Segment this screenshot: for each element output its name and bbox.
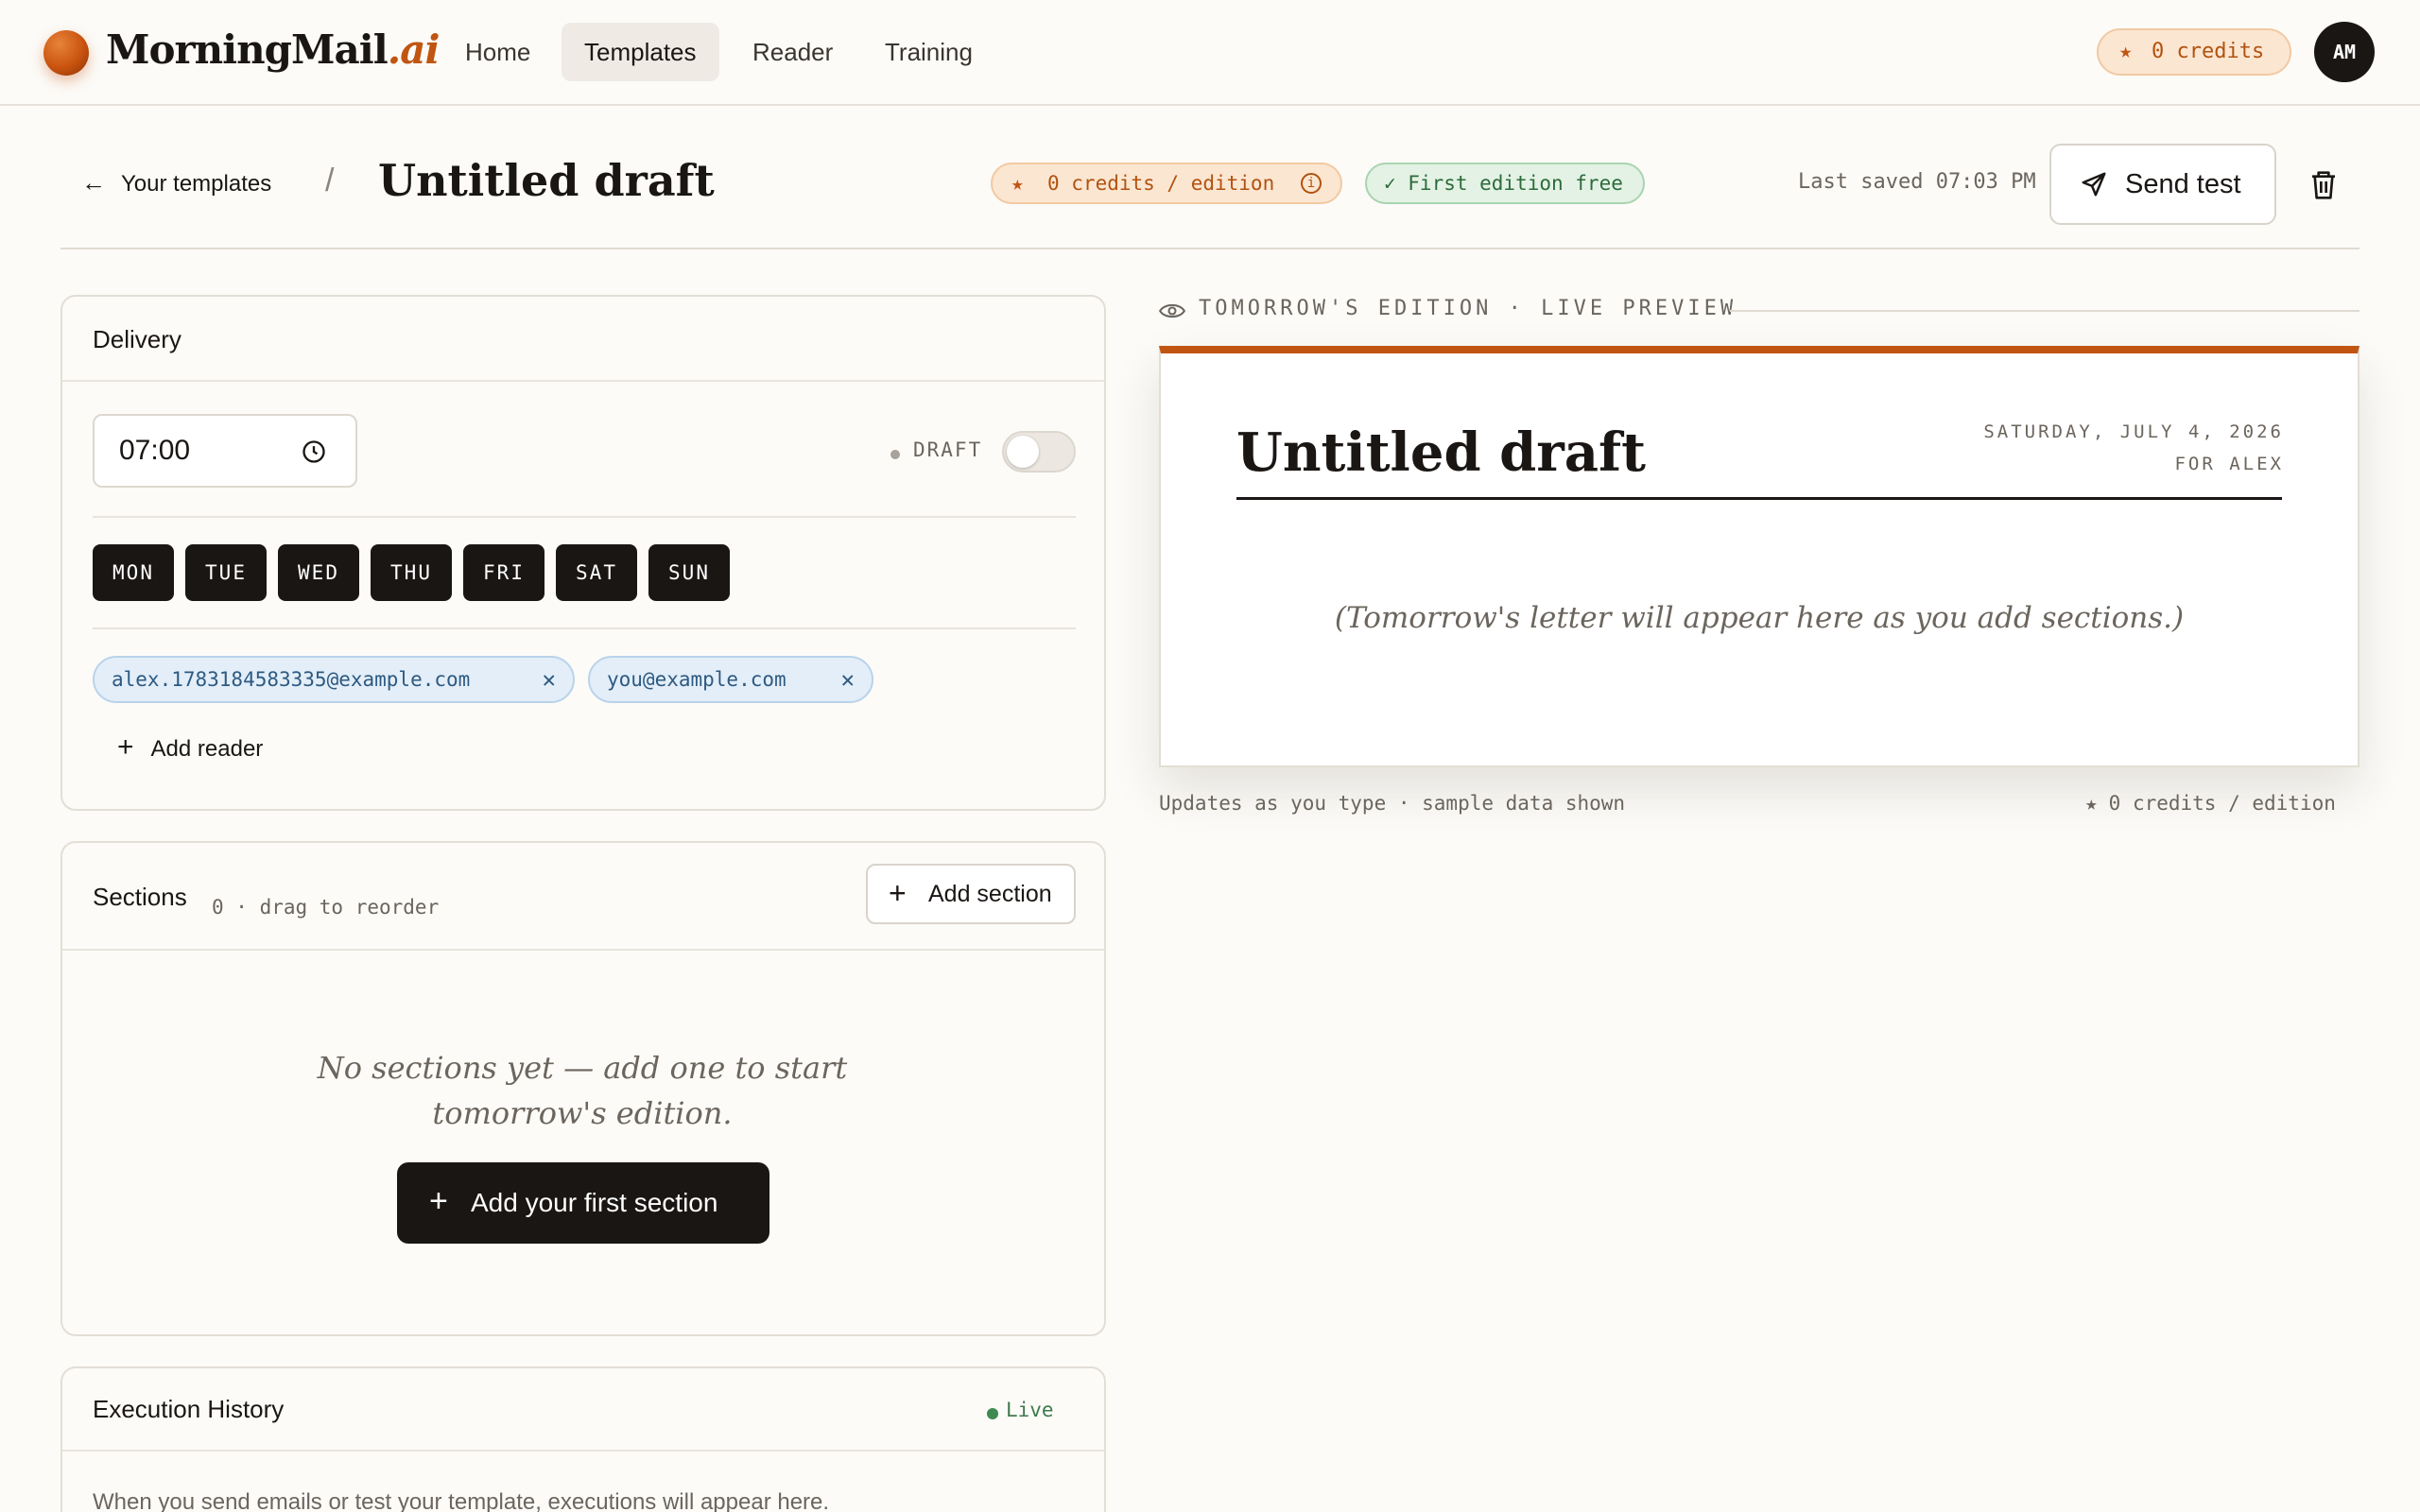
execution-history-header: Execution History Live bbox=[62, 1368, 1104, 1452]
delivery-title: Delivery bbox=[93, 325, 182, 353]
preview-placeholder: (Tomorrow's letter will appear here as y… bbox=[1334, 601, 2185, 635]
page-title[interactable]: Untitled draft bbox=[378, 155, 715, 206]
day-fri[interactable]: FRI bbox=[463, 544, 544, 601]
draft-status-dot bbox=[890, 450, 900, 459]
delivery-card: Delivery 07:00 DRAFT MON TUE WED THU FRI… bbox=[60, 295, 1106, 811]
divider bbox=[93, 516, 1076, 518]
preview-footer-note: Updates as you type · sample data shown bbox=[1159, 792, 1626, 815]
newsletter-preview: Untitled draft SATURDAY, JULY 4, 2026 FO… bbox=[1159, 346, 2360, 767]
add-reader-button[interactable]: + Add reader bbox=[117, 731, 263, 764]
sections-empty-message: No sections yet — add one to start tomor… bbox=[317, 1050, 848, 1131]
sections-card-header: Sections 0 · drag to reorder + Add secti… bbox=[62, 843, 1104, 951]
logo-icon bbox=[43, 30, 89, 76]
preview-label: TOMORROW'S EDITION · LIVE PREVIEW bbox=[1199, 297, 1737, 320]
add-first-section-button[interactable]: + Add your first section bbox=[397, 1162, 769, 1244]
day-wed[interactable]: WED bbox=[278, 544, 359, 601]
preview-date: SATURDAY, JULY 4, 2026 bbox=[1983, 421, 2284, 442]
top-nav: MorningMail.ai Home Templates Reader Tra… bbox=[0, 0, 2420, 106]
credits-per-edition-badge: ★ 0 credits / edition i bbox=[991, 163, 1342, 204]
execution-history-card: Execution History Live When you send ema… bbox=[60, 1366, 1106, 1512]
arrow-left-icon: ← bbox=[81, 168, 106, 197]
delivery-card-header: Delivery bbox=[62, 297, 1104, 382]
nav-templates[interactable]: Templates bbox=[562, 23, 719, 81]
sections-title: Sections bbox=[93, 883, 187, 911]
day-sat[interactable]: SAT bbox=[556, 544, 637, 601]
day-mon[interactable]: MON bbox=[93, 544, 174, 601]
send-test-button[interactable]: Send test bbox=[2049, 144, 2276, 225]
active-toggle[interactable] bbox=[1002, 431, 1076, 472]
day-tue[interactable]: TUE bbox=[185, 544, 267, 601]
preview-label-divider bbox=[1730, 310, 2360, 312]
star-icon: ★ bbox=[2085, 792, 2098, 815]
breadcrumb-separator: / bbox=[325, 163, 335, 198]
live-status-dot bbox=[987, 1408, 998, 1419]
send-icon bbox=[2082, 172, 2106, 197]
trash-icon[interactable] bbox=[2308, 168, 2339, 202]
last-saved-status: Last saved 07:03 PM bbox=[1798, 170, 2036, 194]
sections-card: Sections 0 · drag to reorder + Add secti… bbox=[60, 841, 1106, 1336]
reader-chip: you@example.com ✕ bbox=[588, 656, 873, 703]
draft-status-label: DRAFT bbox=[913, 438, 983, 461]
preview-title: Untitled draft bbox=[1236, 421, 1647, 484]
preview-title-rule bbox=[1236, 497, 2282, 500]
preview-recipient: FOR ALEX bbox=[2174, 454, 2284, 474]
day-sun[interactable]: SUN bbox=[648, 544, 730, 601]
credits-balance[interactable]: ★ 0 credits bbox=[2097, 28, 2291, 76]
execution-empty-message: When you send emails or test your templa… bbox=[93, 1489, 830, 1512]
header-divider bbox=[60, 248, 2360, 249]
day-thu[interactable]: THU bbox=[371, 544, 452, 601]
nav-training[interactable]: Training bbox=[862, 23, 995, 81]
plus-icon: + bbox=[117, 731, 134, 763]
back-to-templates-link[interactable]: ← Your templates bbox=[81, 168, 271, 198]
preview-credits-note: ★ 0 credits / edition bbox=[2085, 792, 2336, 815]
user-avatar[interactable]: AM bbox=[2314, 22, 2375, 82]
nav-reader[interactable]: Reader bbox=[730, 23, 856, 81]
info-icon[interactable]: i bbox=[1301, 173, 1322, 194]
star-icon: ★ bbox=[1011, 172, 1024, 195]
plus-icon: + bbox=[429, 1183, 448, 1219]
live-status-label: Live bbox=[1006, 1399, 1054, 1421]
add-section-button[interactable]: + Add section bbox=[866, 864, 1076, 924]
first-edition-free-badge: ✓ First edition free bbox=[1365, 163, 1645, 204]
execution-history-title: Execution History bbox=[93, 1395, 285, 1423]
remove-reader-icon[interactable]: ✕ bbox=[841, 658, 855, 701]
brand-logo[interactable]: MorningMail.ai bbox=[106, 26, 440, 73]
eye-icon bbox=[1159, 303, 1185, 318]
remove-reader-icon[interactable]: ✕ bbox=[543, 658, 556, 701]
toggle-knob bbox=[1007, 436, 1039, 468]
reader-chip: alex.1783184583335@example.com ✕ bbox=[93, 656, 575, 703]
plus-icon: + bbox=[889, 876, 907, 910]
clock-icon bbox=[302, 440, 325, 463]
divider bbox=[93, 627, 1076, 629]
sections-count-hint: 0 · drag to reorder bbox=[212, 896, 440, 919]
delivery-time-input[interactable]: 07:00 bbox=[93, 414, 357, 488]
star-icon: ★ bbox=[2119, 40, 2133, 63]
nav-home[interactable]: Home bbox=[442, 23, 553, 81]
